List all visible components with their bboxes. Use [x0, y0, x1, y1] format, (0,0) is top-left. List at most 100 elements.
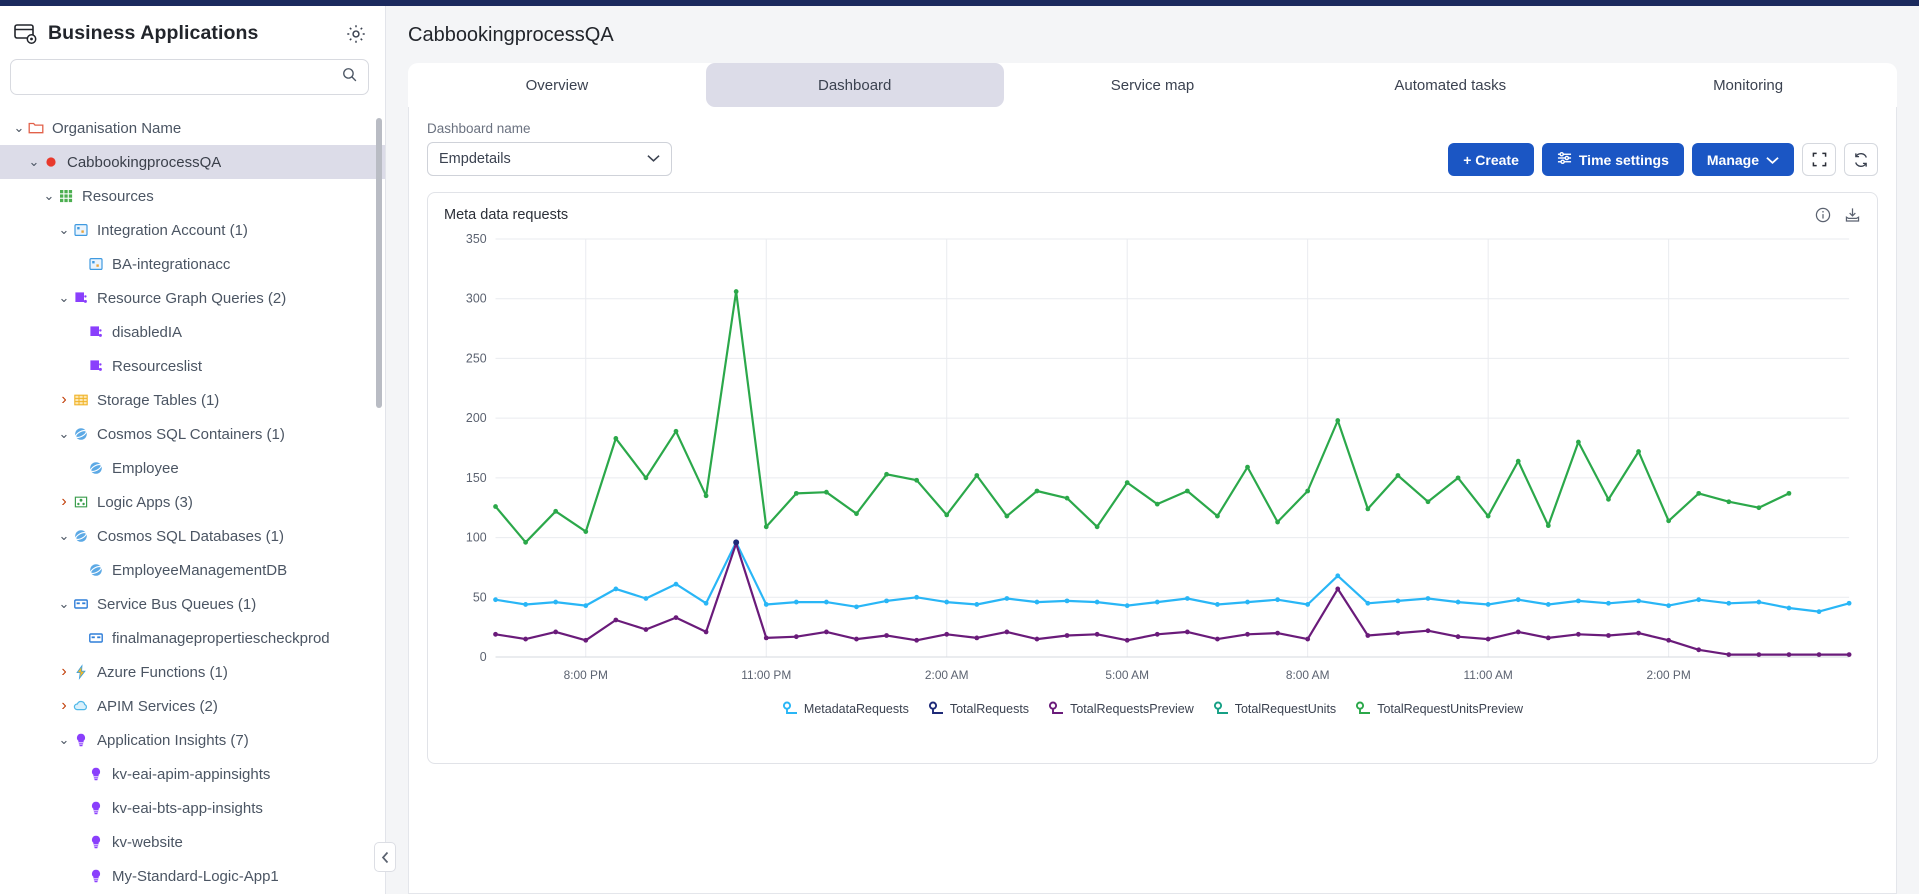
chevron-down-icon[interactable]: ⌄	[55, 427, 73, 440]
tree-item-kv-eai-apim-appinsights[interactable]: kv-eai-apim-appinsights	[0, 757, 385, 791]
chevron-right-icon[interactable]: ›	[55, 664, 73, 680]
chevron-down-icon[interactable]: ⌄	[40, 189, 58, 202]
tree-item-label: Organisation Name	[52, 119, 182, 137]
tab-monitoring[interactable]: Monitoring	[1599, 63, 1897, 107]
tree-item-label: CabbookingprocessQA	[67, 153, 222, 171]
svg-text:200: 200	[466, 411, 487, 425]
tree-item-my-standard-logic-app1[interactable]: My-Standard-Logic-App1	[0, 859, 385, 893]
tree-item-employeemanagementdb[interactable]: EmployeeManagementDB	[0, 553, 385, 587]
chevron-right-icon[interactable]: ›	[55, 698, 73, 714]
tree-item-label: Resourceslist	[112, 357, 203, 375]
chevron-right-icon[interactable]: ›	[55, 392, 73, 408]
integration-account-icon	[73, 222, 90, 239]
svg-text:0: 0	[480, 650, 487, 664]
legend-marker-icon	[1356, 701, 1371, 714]
sidebar-collapse-button[interactable]	[374, 842, 396, 872]
tab-service-map[interactable]: Service map	[1004, 63, 1302, 107]
refresh-icon[interactable]	[1844, 143, 1878, 176]
grid-icon	[58, 188, 75, 205]
dashboard-name-value: Empdetails	[439, 151, 511, 167]
legend-item-totalrequestunitspreview[interactable]: TotalRequestUnitsPreview	[1355, 701, 1523, 716]
search-box[interactable]	[10, 59, 369, 95]
tree-item-service-bus-queues-1[interactable]: ⌄ Service Bus Queues (1)	[0, 587, 385, 621]
chevron-down-icon[interactable]: ⌄	[55, 223, 73, 236]
tree-item-cabbookingprocessqa[interactable]: ⌄ CabbookingprocessQA	[0, 145, 385, 179]
tree-item-employee[interactable]: Employee	[0, 451, 385, 485]
chart-legend[interactable]: MetadataRequests TotalRequests TotalReques…	[444, 701, 1861, 716]
legend-item-totalrequestunits[interactable]: TotalRequestUnits	[1213, 701, 1336, 716]
tree-item-resource-graph-queries-2[interactable]: ⌄ Resource Graph Queries (2)	[0, 281, 385, 315]
gear-icon[interactable]	[345, 23, 367, 45]
chevron-down-icon	[1766, 152, 1779, 168]
sidebar: Business Applications ⌄ Organisation Name…	[0, 6, 396, 894]
tab-bar[interactable]: Overview Dashboard Service map Automated ta…	[408, 63, 1897, 107]
chevron-down-icon[interactable]: ⌄	[55, 529, 73, 542]
svg-text:5:00 AM: 5:00 AM	[1105, 668, 1149, 682]
tab-dashboard[interactable]: Dashboard	[705, 63, 1004, 107]
chart-card-actions	[1815, 207, 1861, 228]
chevron-down-icon[interactable]: ⌄	[55, 733, 73, 746]
download-icon[interactable]	[1844, 207, 1861, 228]
line-chart: 0 50 100 150 200 250 300 350 8:00 PM 11:00 PM 2:00…	[466, 232, 1852, 682]
tree-item-label: BA-integrationacc	[112, 255, 231, 273]
svg-text:350: 350	[466, 232, 487, 246]
tree-item-label: kv-eai-apim-appinsights	[112, 765, 271, 783]
dashboard-name-select[interactable]: Empdetails	[427, 142, 672, 176]
sidebar-title: Business Applications	[48, 22, 259, 44]
toolbar-buttons: + Create Time settings Manage	[1448, 143, 1878, 176]
tree-item-resources[interactable]: ⌄ Resources	[0, 179, 385, 213]
legend-item-metadatarequests[interactable]: MetadataRequests	[782, 701, 909, 716]
chevron-right-icon[interactable]: ›	[55, 494, 73, 510]
legend-label: MetadataRequests	[803, 701, 909, 716]
tree-item-label: Logic Apps (3)	[97, 493, 193, 511]
tree-item-ba-integrationacc[interactable]: BA-integrationacc	[0, 247, 385, 281]
legend-item-totalrequestspreview[interactable]: TotalRequestsPreview	[1048, 701, 1194, 716]
manage-button[interactable]: Manage	[1691, 143, 1794, 176]
legend-item-totalrequests[interactable]: TotalRequests	[928, 701, 1029, 716]
resource-graph-icon	[73, 290, 90, 307]
tree-item-integration-account-1[interactable]: ⌄ Integration Account (1)	[0, 213, 385, 247]
sidebar-header: Business Applications	[0, 6, 385, 57]
info-icon[interactable]	[1815, 207, 1831, 228]
tree-item-resourceslist[interactable]: Resourceslist	[0, 349, 385, 383]
tree-item-label: Cosmos SQL Databases (1)	[97, 527, 285, 545]
time-settings-button[interactable]: Time settings	[1541, 143, 1684, 176]
tree-item-apim-services-2[interactable]: › APIM Services (2)	[0, 689, 385, 723]
chevron-down-icon[interactable]: ⌄	[10, 121, 28, 134]
tree-item-label: kv-website	[112, 833, 183, 851]
tree-item-cosmos-sql-databases-1[interactable]: ⌄ Cosmos SQL Databases (1)	[0, 519, 385, 553]
resource-tree[interactable]: ⌄ Organisation Name ⌄ CabbookingprocessQA ⌄ R…	[0, 107, 385, 894]
fullscreen-icon[interactable]	[1802, 143, 1836, 176]
tree-item-organisation-name[interactable]: ⌄ Organisation Name	[0, 111, 385, 145]
sidebar-scrollbar[interactable]	[376, 118, 382, 408]
svg-text:50: 50	[473, 590, 487, 604]
cosmos-db-icon	[73, 528, 90, 545]
legend-marker-icon	[782, 701, 797, 714]
create-button[interactable]: + Create	[1448, 143, 1534, 176]
tree-item-kv-eai-bts-app-insights[interactable]: kv-eai-bts-app-insights	[0, 791, 385, 825]
tree-item-logic-apps-3[interactable]: › Logic Apps (3)	[0, 485, 385, 519]
tree-item-application-insights-7[interactable]: ⌄ Application Insights (7)	[0, 723, 385, 757]
tab-overview[interactable]: Overview	[408, 63, 706, 107]
dashboard-name-label: Dashboard name	[427, 121, 531, 136]
app-grid-icon	[14, 23, 38, 45]
tree-item-kv-website[interactable]: kv-website	[0, 825, 385, 859]
chevron-down-icon[interactable]: ⌄	[25, 155, 43, 168]
integration-account-icon	[88, 256, 105, 273]
app-insights-icon	[88, 800, 105, 817]
time-settings-label: Time settings	[1578, 151, 1669, 168]
svg-text:250: 250	[466, 351, 487, 365]
search-input[interactable]	[21, 69, 341, 85]
app-root: Business Applications ⌄ Organisation Name…	[0, 6, 1919, 894]
chevron-down-icon[interactable]: ⌄	[55, 291, 73, 304]
legend-label: TotalRequestUnitsPreview	[1377, 701, 1524, 716]
tree-item-label: Application Insights (7)	[97, 731, 249, 749]
tree-item-azure-functions-1[interactable]: › Azure Functions (1)	[0, 655, 385, 689]
tree-item-storage-tables-1[interactable]: › Storage Tables (1)	[0, 383, 385, 417]
chevron-down-icon[interactable]: ⌄	[55, 597, 73, 610]
main-panel: CabbookingprocessQA Overview Dashboard Ser…	[386, 6, 1919, 894]
tree-item-finalmanagepropertiescheckprod[interactable]: finalmanagepropertiescheckprod	[0, 621, 385, 655]
tab-automated-tasks[interactable]: Automated tasks	[1301, 63, 1599, 107]
tree-item-disabledia[interactable]: disabledIA	[0, 315, 385, 349]
tree-item-cosmos-sql-containers-1[interactable]: ⌄ Cosmos SQL Containers (1)	[0, 417, 385, 451]
